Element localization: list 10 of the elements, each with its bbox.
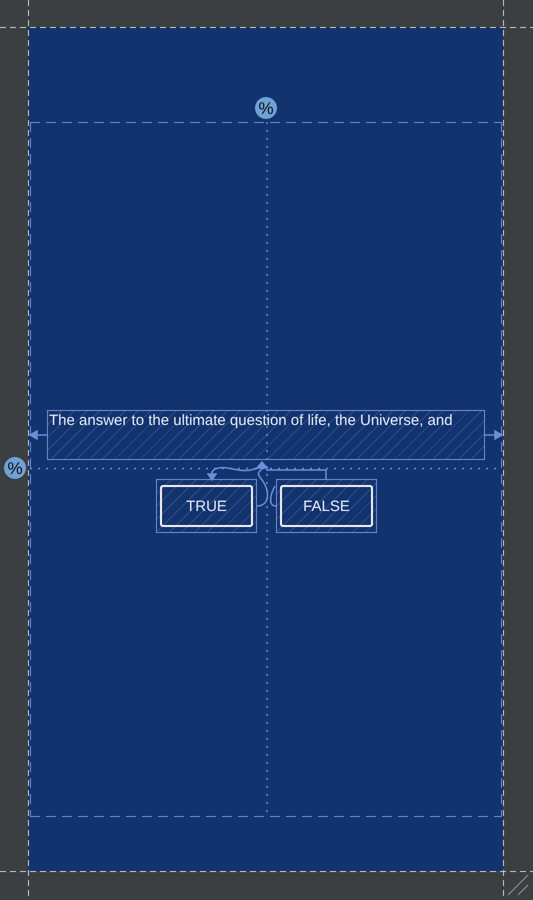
text-view: The answer to the ultimate question of life, the Universe, and	[47, 410, 485, 460]
constraint-line	[266, 469, 327, 479]
constraint-line	[270, 486, 276, 507]
guideline-badge[interactable]: %	[4, 457, 26, 479]
resize-grip-icon[interactable]	[507, 874, 529, 896]
constraint-arrow	[28, 430, 47, 440]
answer-button[interactable]: TRUE	[160, 485, 253, 527]
answer-button[interactable]: FALSE	[280, 485, 373, 527]
constraint-arrow	[485, 430, 504, 440]
vertical-guideline[interactable]	[266, 122, 268, 812]
